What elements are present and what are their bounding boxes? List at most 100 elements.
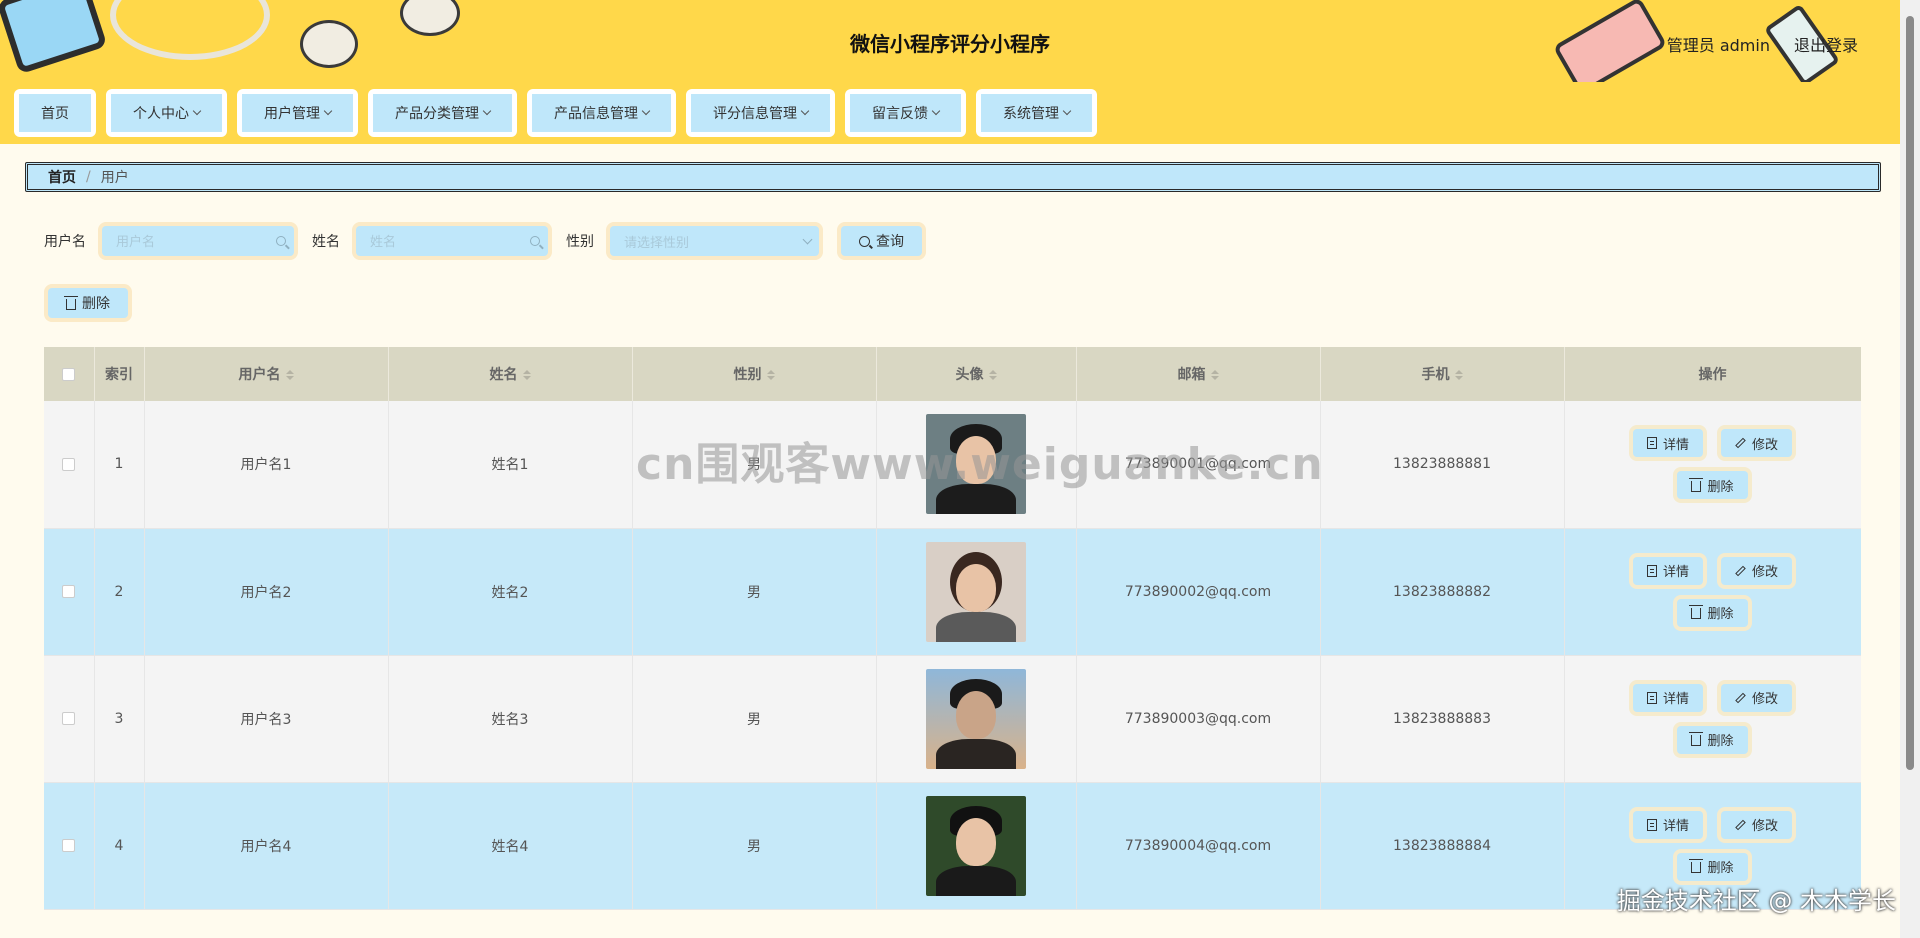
chevron-down-icon — [482, 106, 492, 116]
header-name[interactable]: 姓名 — [388, 347, 633, 401]
header-email[interactable]: 邮箱 — [1076, 347, 1321, 401]
edit-button[interactable]: 修改 — [1721, 556, 1793, 585]
select-all-checkbox[interactable] — [62, 367, 76, 381]
edit-label: 修改 — [1752, 819, 1779, 834]
username-label: 用户名 — [44, 234, 86, 250]
cell-index: 4 — [94, 782, 145, 910]
nav-system-management[interactable]: 系统管理 — [976, 89, 1097, 137]
header-username[interactable]: 用户名 — [144, 347, 389, 401]
delete-label: 删除 — [1707, 734, 1734, 749]
trash-icon — [1689, 605, 1704, 619]
detail-button[interactable]: 详情 — [1632, 683, 1703, 712]
cell-username: 用户名2 — [144, 528, 389, 656]
nav-home[interactable]: 首页 — [14, 89, 96, 137]
detail-label: 详情 — [1662, 437, 1689, 453]
gender-select[interactable]: 请选择性别 — [606, 222, 823, 260]
sort-icon[interactable] — [285, 370, 294, 380]
delete-button[interactable]: 删除 — [1677, 725, 1748, 754]
header-index: 索引 — [94, 347, 145, 401]
breadcrumb-home[interactable]: 首页 — [48, 167, 76, 187]
breadcrumb-separator: / — [86, 169, 91, 185]
cell-name: 姓名1 — [388, 401, 633, 529]
delete-button[interactable]: 删除 — [1677, 471, 1748, 500]
nav-product-management[interactable]: 产品信息管理 — [527, 89, 676, 137]
cell-name: 姓名3 — [388, 655, 633, 783]
detail-button[interactable]: 详情 — [1632, 556, 1703, 585]
cell-gender: 男 — [632, 528, 877, 656]
breadcrumb-current: 用户 — [100, 170, 129, 186]
row-checkbox[interactable] — [62, 457, 76, 471]
edit-icon — [1735, 819, 1746, 830]
nav-label: 产品分类管理 — [395, 106, 479, 122]
edit-label: 修改 — [1752, 565, 1779, 580]
edit-button[interactable]: 修改 — [1721, 810, 1793, 839]
edit-button[interactable]: 修改 — [1721, 683, 1793, 712]
nav-rating-management[interactable]: 评分信息管理 — [686, 89, 835, 137]
cell-index: 3 — [94, 655, 145, 783]
trash-icon — [1689, 859, 1704, 873]
avatar — [926, 541, 1026, 642]
header-gender-label: 性别 — [733, 367, 762, 383]
name-search-input[interactable] — [370, 233, 530, 249]
avatar — [926, 668, 1026, 769]
avatar — [926, 795, 1026, 896]
vertical-scrollbar[interactable] — [1900, 0, 1920, 938]
delete-label: 删除 — [1707, 607, 1734, 622]
query-button[interactable]: 查询 — [841, 226, 922, 256]
sort-icon[interactable] — [1210, 370, 1219, 380]
header-avatar[interactable]: 头像 — [876, 347, 1077, 401]
header-username-label: 用户名 — [238, 367, 281, 383]
nav-feedback[interactable]: 留言反馈 — [845, 89, 966, 137]
logout-link[interactable]: 退出登录 — [1794, 32, 1858, 56]
cell-name: 姓名4 — [388, 782, 633, 910]
header-name-label: 姓名 — [489, 367, 518, 383]
cell-username: 用户名3 — [144, 655, 389, 783]
batch-delete-label: 删除 — [82, 296, 110, 312]
header-email-label: 邮箱 — [1177, 367, 1206, 383]
cell-username: 用户名4 — [144, 782, 389, 910]
edit-icon — [1735, 692, 1746, 703]
batch-delete-button[interactable]: 删除 — [48, 288, 128, 318]
scrollbar-thumb[interactable] — [1906, 16, 1914, 770]
username-search-input[interactable] — [116, 233, 276, 249]
row-checkbox[interactable] — [62, 839, 76, 852]
cell-phone: 13823888884 — [1320, 782, 1565, 910]
header-phone[interactable]: 手机 — [1320, 347, 1565, 401]
nav-personal-center[interactable]: 个人中心 — [106, 89, 227, 137]
top-header: 微信小程序评分小程序 管理员 admin 退出登录 — [0, 0, 1900, 82]
search-icon — [859, 235, 870, 247]
cell-index: 1 — [94, 401, 145, 529]
nav-user-management[interactable]: 用户管理 — [237, 89, 358, 137]
nav-category-management[interactable]: 产品分类管理 — [368, 89, 517, 137]
sort-icon[interactable] — [1454, 370, 1463, 380]
main-nav: 首页 个人中心 用户管理 产品分类管理 产品信息管理 评分信息管理 留言反馈 系… — [0, 82, 1900, 144]
cell-email: 773890001@qq.com — [1076, 401, 1321, 529]
cell-email: 773890004@qq.com — [1076, 782, 1321, 910]
cell-gender: 男 — [632, 655, 877, 783]
sort-icon[interactable] — [988, 370, 997, 380]
sort-icon[interactable] — [522, 370, 531, 380]
row-checkbox[interactable] — [62, 712, 76, 725]
chevron-down-icon — [802, 234, 813, 244]
row-checkbox[interactable] — [62, 585, 76, 598]
query-button-label: 查询 — [876, 234, 904, 250]
header-gender[interactable]: 性别 — [632, 347, 877, 401]
sort-icon[interactable] — [766, 370, 775, 380]
delete-button[interactable]: 删除 — [1677, 598, 1748, 627]
cell-name: 姓名2 — [388, 528, 633, 656]
name-label: 姓名 — [312, 234, 340, 250]
cell-phone: 13823888883 — [1320, 655, 1565, 783]
cell-gender: 男 — [632, 782, 877, 910]
cell-phone: 13823888882 — [1320, 528, 1565, 656]
search-icon — [530, 236, 540, 246]
chevron-down-icon — [641, 106, 651, 116]
detail-button[interactable]: 详情 — [1632, 810, 1703, 839]
cell-gender: 男 — [632, 401, 877, 529]
document-icon — [1646, 437, 1657, 450]
detail-button[interactable]: 详情 — [1632, 429, 1703, 458]
chevron-down-icon — [192, 106, 202, 116]
admin-user[interactable]: 管理员 admin — [1667, 32, 1770, 56]
edit-button[interactable]: 修改 — [1721, 429, 1793, 458]
nav-label: 留言反馈 — [872, 106, 928, 122]
delete-button[interactable]: 删除 — [1677, 852, 1748, 881]
